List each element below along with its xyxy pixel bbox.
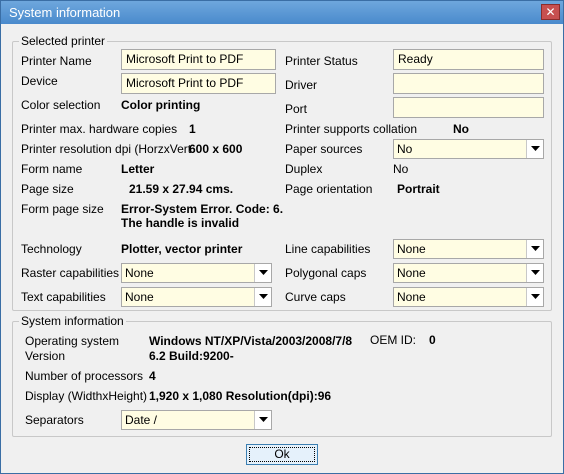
chevron-down-icon[interactable]: [254, 411, 271, 429]
printer-status-label: Printer Status: [285, 54, 358, 68]
version-value: 6.2 Build:9200-: [149, 349, 234, 363]
device-field[interactable]: Microsoft Print to PDF: [121, 73, 276, 94]
oem-id-label: OEM ID:: [370, 333, 417, 347]
window-title: System information: [9, 5, 121, 20]
resolution-label: Printer resolution dpi (HorzxVert: [21, 142, 192, 156]
duplex-value: No: [393, 162, 409, 176]
system-information-legend: System information: [19, 314, 126, 328]
form-page-size-error: Error-System Error. Code: 6.: [121, 202, 284, 216]
separators-select[interactable]: Date /: [121, 410, 272, 430]
form-page-size-label: Form page size: [21, 202, 104, 216]
collation-value: No: [453, 122, 469, 136]
close-icon: ✕: [545, 5, 556, 19]
color-selection-value: Color printing: [121, 98, 201, 112]
technology-label: Technology: [21, 242, 82, 256]
chevron-down-icon[interactable]: [254, 264, 271, 282]
operating-system-value: Windows NT/XP/Vista/2003/2008/7/8: [149, 334, 353, 348]
selected-printer-legend: Selected printer: [19, 34, 108, 48]
close-button[interactable]: ✕: [541, 4, 560, 20]
raster-capabilities-value: None: [125, 266, 154, 280]
paper-sources-value: No: [397, 142, 413, 156]
device-label: Device: [21, 74, 58, 88]
chevron-down-icon[interactable]: [254, 288, 271, 306]
form-name-label: Form name: [21, 162, 83, 176]
title-bar[interactable]: System information ✕: [1, 1, 563, 24]
display-label: Display (WidthxHeight): [25, 389, 148, 403]
processors-label: Number of processors: [25, 369, 144, 383]
curve-caps-value: None: [397, 290, 426, 304]
form-page-size-error-detail: The handle is invalid: [121, 216, 240, 230]
chevron-down-icon[interactable]: [526, 140, 543, 158]
ok-button[interactable]: Ok: [246, 444, 318, 465]
polygonal-caps-value: None: [397, 266, 426, 280]
technology-value: Plotter, vector printer: [121, 242, 243, 256]
page-orientation-label: Page orientation: [285, 182, 373, 196]
text-capabilities-select[interactable]: None: [121, 287, 272, 307]
curve-caps-select[interactable]: None: [393, 287, 544, 307]
raster-capabilities-select[interactable]: None: [121, 263, 272, 283]
printer-name-field[interactable]: Microsoft Print to PDF: [121, 49, 276, 70]
system-information-dialog: System information ✕ Selected printer Pr…: [0, 0, 564, 474]
port-label: Port: [285, 102, 308, 116]
line-capabilities-value: None: [397, 242, 426, 256]
chevron-down-icon[interactable]: [526, 240, 543, 258]
color-selection-label: Color selection: [21, 98, 101, 112]
version-label: Version: [25, 349, 66, 363]
text-capabilities-label: Text capabilities: [21, 290, 106, 304]
form-name-value: Letter: [121, 162, 155, 176]
paper-sources-label: Paper sources: [285, 142, 363, 156]
printer-status-field[interactable]: Ready: [393, 49, 544, 70]
duplex-label: Duplex: [285, 162, 323, 176]
operating-system-label: Operating system: [25, 334, 120, 348]
chevron-down-icon[interactable]: [526, 288, 543, 306]
resolution-value: 600 x 600: [189, 142, 243, 156]
line-capabilities-label: Line capabilities: [285, 242, 371, 256]
raster-capabilities-label: Raster capabilities: [21, 266, 120, 280]
driver-field[interactable]: [393, 73, 544, 94]
line-capabilities-select[interactable]: None: [393, 239, 544, 259]
separators-value: Date /: [125, 413, 158, 427]
polygonal-caps-label: Polygonal caps: [285, 266, 367, 280]
page-orientation-value: Portrait: [397, 182, 440, 196]
operating-system-clip: Windows NT/XP/Vista/2003/2008/7/8: [149, 334, 359, 348]
driver-label: Driver: [285, 78, 317, 92]
oem-id-value: 0: [429, 333, 436, 347]
max-copies-value: 1: [189, 122, 196, 136]
polygonal-caps-select[interactable]: None: [393, 263, 544, 283]
page-size-value: 21.59 x 27.94 cms.: [129, 182, 234, 196]
chevron-down-icon[interactable]: [526, 264, 543, 282]
processors-value: 4: [149, 369, 156, 383]
display-value: 1,920 x 1,080 Resolution(dpi):96: [149, 389, 332, 403]
port-field[interactable]: [393, 97, 544, 118]
page-size-label: Page size: [21, 182, 74, 196]
printer-status-value: Ready: [398, 52, 433, 66]
printer-name-label: Printer Name: [21, 54, 92, 68]
separators-label: Separators: [25, 413, 84, 427]
text-capabilities-value: None: [125, 290, 154, 304]
device-value: Microsoft Print to PDF: [126, 76, 244, 90]
printer-name-value: Microsoft Print to PDF: [126, 52, 244, 66]
curve-caps-label: Curve caps: [285, 290, 346, 304]
paper-sources-select[interactable]: No: [393, 139, 544, 159]
max-copies-label: Printer max. hardware copies: [21, 122, 178, 136]
collation-label: Printer supports collation: [285, 122, 418, 136]
